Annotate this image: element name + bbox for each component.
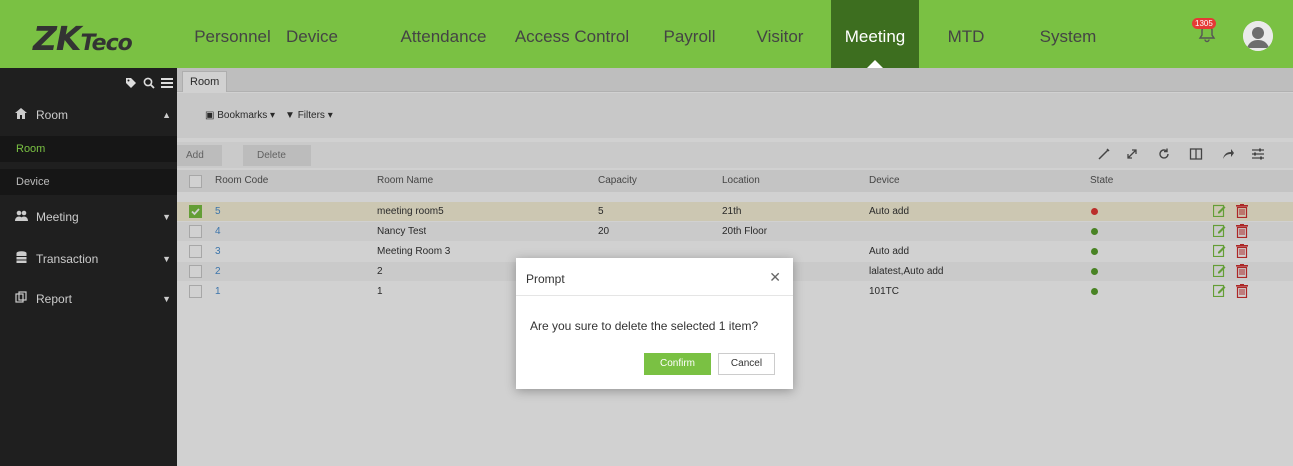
report-icon <box>14 284 28 314</box>
sidebar-item-device[interactable]: Device <box>0 169 177 195</box>
confirm-button[interactable]: Confirm <box>644 353 711 375</box>
list-icon[interactable] <box>161 77 173 89</box>
sidebar-group-room[interactable]: Room ▲ <box>0 100 177 130</box>
sidebar: Room ▲ Room Device Meeting ▼ Transaction… <box>0 68 177 466</box>
sidebar-group-label: Room <box>36 108 69 122</box>
sidebar-group-report[interactable]: Report ▼ <box>0 284 177 314</box>
nav-system[interactable]: System <box>1031 0 1105 68</box>
delete-confirm-dialog: Prompt ✕ Are you sure to delete the sele… <box>516 258 793 389</box>
dialog-message: Are you sure to delete the selected 1 it… <box>530 319 759 333</box>
sidebar-group-meeting[interactable]: Meeting ▼ <box>0 202 177 232</box>
notification-bell-icon[interactable]: 1305 <box>1192 18 1218 44</box>
caret-down-icon: ▼ <box>162 294 171 304</box>
people-icon <box>14 202 28 232</box>
nav-attendance[interactable]: Attendance <box>393 0 494 68</box>
sidebar-tools <box>125 74 173 92</box>
nav-payroll[interactable]: Payroll <box>656 0 723 68</box>
nav-access-control[interactable]: Access Control <box>512 0 632 68</box>
sidebar-item-room[interactable]: Room <box>0 136 177 162</box>
sidebar-group-label: Meeting <box>36 210 79 224</box>
database-icon <box>14 244 28 274</box>
nav-device[interactable]: Device <box>280 0 344 68</box>
caret-up-icon: ▲ <box>162 110 171 120</box>
nav-personnel[interactable]: Personnel <box>191 0 274 68</box>
cancel-button[interactable]: Cancel <box>718 353 775 375</box>
top-navigation-bar: ZKTeco Personnel Device Attendance Acces… <box>0 0 1293 69</box>
caret-down-icon: ▼ <box>162 212 171 222</box>
sidebar-group-transaction[interactable]: Transaction ▼ <box>0 244 177 274</box>
nav-visitor[interactable]: Visitor <box>748 0 812 68</box>
zkteco-logo: ZKTeco <box>33 19 133 58</box>
dialog-divider <box>516 295 793 296</box>
caret-down-icon: ▼ <box>162 254 171 264</box>
search-icon[interactable] <box>143 77 155 89</box>
home-icon <box>14 100 28 130</box>
close-icon[interactable]: ✕ <box>769 269 781 286</box>
sidebar-group-label: Transaction <box>36 252 99 266</box>
tag-icon[interactable] <box>125 77 137 89</box>
nav-mtd[interactable]: MTD <box>940 0 992 68</box>
nav-meeting[interactable]: Meeting <box>831 0 919 69</box>
user-avatar[interactable] <box>1243 21 1273 51</box>
dialog-title: Prompt <box>526 272 565 286</box>
notification-badge: 1305 <box>1192 18 1216 29</box>
sidebar-group-label: Report <box>36 292 73 306</box>
